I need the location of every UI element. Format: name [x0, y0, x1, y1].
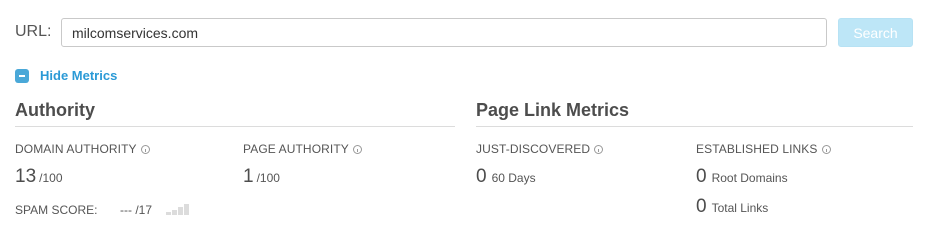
root-domains-suffix: Root Domains: [711, 171, 788, 185]
just-discovered-number: 0: [476, 166, 487, 187]
authority-title: Authority: [15, 100, 95, 120]
domain-authority-value: 13 /100: [15, 166, 63, 188]
established-links-label: ESTABLISHED LINKS: [696, 142, 831, 156]
domain-authority-suffix: /100: [39, 171, 63, 185]
total-links-suffix: Total Links: [711, 201, 769, 215]
root-domains-number: 0: [696, 166, 707, 187]
info-icon[interactable]: [594, 144, 604, 154]
search-button[interactable]: Search: [838, 18, 913, 47]
authority-divider: [15, 126, 455, 127]
spam-bar: [166, 212, 171, 215]
spam-bar: [184, 204, 189, 215]
page-authority-value: 1 /100: [243, 166, 280, 188]
established-links-label-text: ESTABLISHED LINKS: [696, 142, 818, 156]
domain-authority-number: 13: [15, 166, 37, 187]
just-discovered-label-text: JUST-DISCOVERED: [476, 142, 591, 156]
info-icon[interactable]: [140, 144, 150, 154]
just-discovered-label: JUST-DISCOVERED: [476, 142, 604, 156]
page-authority-label: PAGE AUTHORITY: [243, 142, 362, 156]
info-icon[interactable]: [352, 144, 362, 154]
url-label: URL:: [15, 23, 52, 40]
minus-square-icon[interactable]: [15, 68, 29, 83]
page-authority-label-text: PAGE AUTHORITY: [243, 142, 349, 156]
domain-authority-label-text: DOMAIN AUTHORITY: [15, 142, 137, 156]
spam-bar: [178, 207, 183, 215]
total-links-number: 0: [696, 196, 707, 217]
root-domains-value: 0 Root Domains: [696, 166, 788, 188]
hide-metrics-toggle[interactable]: Hide Metrics: [15, 68, 117, 83]
page-link-metrics-divider: [476, 126, 913, 127]
just-discovered-suffix: 60 Days: [491, 171, 536, 185]
spam-bar: [172, 210, 177, 215]
spam-score-bars-icon: [166, 204, 190, 215]
page-link-metrics-title: Page Link Metrics: [476, 100, 630, 120]
hide-metrics-label[interactable]: Hide Metrics: [40, 68, 117, 83]
spam-score-label: SPAM SCORE:: [15, 203, 98, 217]
just-discovered-value: 0 60 Days: [476, 166, 536, 188]
domain-authority-label: DOMAIN AUTHORITY: [15, 142, 150, 156]
total-links-value: 0 Total Links: [696, 196, 768, 218]
page-authority-suffix: /100: [256, 171, 280, 185]
link-explorer-panel: URL: Search Hide Metrics Authority DOMAI…: [0, 0, 931, 236]
spam-score-value: --- /17: [120, 203, 153, 217]
info-icon[interactable]: [821, 144, 831, 154]
page-authority-number: 1: [243, 166, 254, 187]
url-input[interactable]: [61, 18, 827, 47]
